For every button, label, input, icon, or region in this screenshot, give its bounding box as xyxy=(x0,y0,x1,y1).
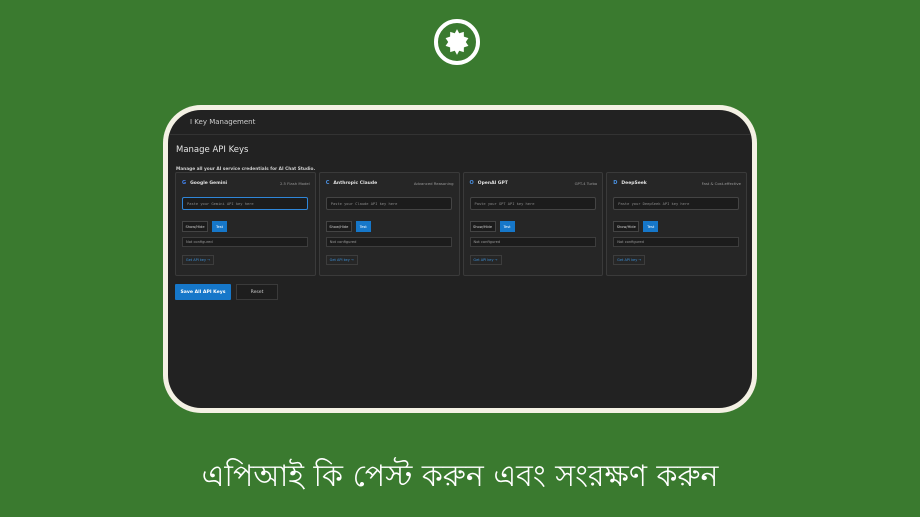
gear-badge-icon xyxy=(445,29,469,55)
test-button[interactable]: Test xyxy=(355,221,371,232)
provider-card-claude: C Anthropic Claude Advanced Reasoning Pa… xyxy=(318,172,460,276)
logo-badge xyxy=(434,19,480,65)
get-api-key-link[interactable]: Get API key → xyxy=(469,255,502,265)
test-button[interactable]: Test xyxy=(643,221,659,232)
show-hide-button[interactable]: Show/Hide xyxy=(182,221,208,232)
card-header: O OpenAI GPT GPT-4 Turbo xyxy=(470,179,598,187)
card-header: C Anthropic Claude Advanced Reasoning xyxy=(326,179,454,187)
card-header: D DeepSeek Fast & Cost-effective xyxy=(613,179,741,187)
status-field: Not configured xyxy=(182,237,308,247)
provider-tag: Advanced Reasoning xyxy=(413,180,454,186)
caption-text: এপিআই কি পেস্ট করুন এবং সংরক্ষণ করুন xyxy=(201,459,719,494)
provider-card-deepseek: D DeepSeek Fast & Cost-effective Paste y… xyxy=(606,172,747,276)
provider-name: DeepSeek xyxy=(621,180,647,186)
provider-cards: G Google Gemini 2.5 Flash Model Paste yo… xyxy=(175,172,747,276)
get-api-key-link[interactable]: Get API key → xyxy=(613,255,646,265)
device-frame: I Key Management Manage API Keys Manage … xyxy=(163,105,757,413)
provider-letter-icon: O xyxy=(469,180,474,186)
status-field: Not configured xyxy=(613,237,740,247)
show-hide-button[interactable]: Show/Hide xyxy=(325,221,352,232)
get-api-key-link[interactable]: Get API key → xyxy=(182,255,214,265)
provider-name: Anthropic Claude xyxy=(333,180,378,186)
card-header: G Google Gemini 2.5 Flash Model xyxy=(182,179,310,187)
reset-button[interactable]: Reset xyxy=(236,284,278,300)
get-api-key-link[interactable]: Get API key → xyxy=(325,255,358,265)
provider-letter-icon: G xyxy=(182,180,187,186)
provider-name: Google Gemini xyxy=(190,180,228,186)
app-screen: I Key Management Manage API Keys Manage … xyxy=(168,110,752,408)
status-field: Not configured xyxy=(469,237,596,247)
provider-tag: Fast & Cost-effective xyxy=(701,180,741,186)
provider-tag: 2.5 Flash Model xyxy=(279,180,310,186)
header-title: I Key Management xyxy=(190,118,256,126)
gemini-key-input[interactable]: Paste your Gemini API key here xyxy=(182,197,308,210)
provider-card-openai: O OpenAI GPT GPT-4 Turbo Paste your GPT … xyxy=(462,172,604,276)
openai-key-input[interactable]: Paste your GPT API key here xyxy=(469,197,596,210)
provider-card-gemini: G Google Gemini 2.5 Flash Model Paste yo… xyxy=(175,172,316,276)
save-all-keys-button[interactable]: Save All API Keys xyxy=(175,284,231,300)
test-button[interactable]: Test xyxy=(212,221,227,232)
deepseek-key-input[interactable]: Paste your DeepSeek API key here xyxy=(613,197,740,210)
app-header: I Key Management xyxy=(168,110,752,135)
test-button[interactable]: Test xyxy=(499,221,515,232)
provider-letter-icon: D xyxy=(613,180,618,186)
provider-tag: GPT-4 Turbo xyxy=(574,180,598,186)
claude-key-input[interactable]: Paste your Claude API key here xyxy=(325,197,452,210)
show-hide-button[interactable]: Show/Hide xyxy=(469,221,496,232)
page-title: Manage API Keys xyxy=(176,145,249,155)
show-hide-button[interactable]: Show/Hide xyxy=(613,221,640,232)
provider-name: OpenAI GPT xyxy=(477,180,508,186)
status-field: Not configured xyxy=(325,237,452,247)
provider-letter-icon: C xyxy=(325,180,330,186)
